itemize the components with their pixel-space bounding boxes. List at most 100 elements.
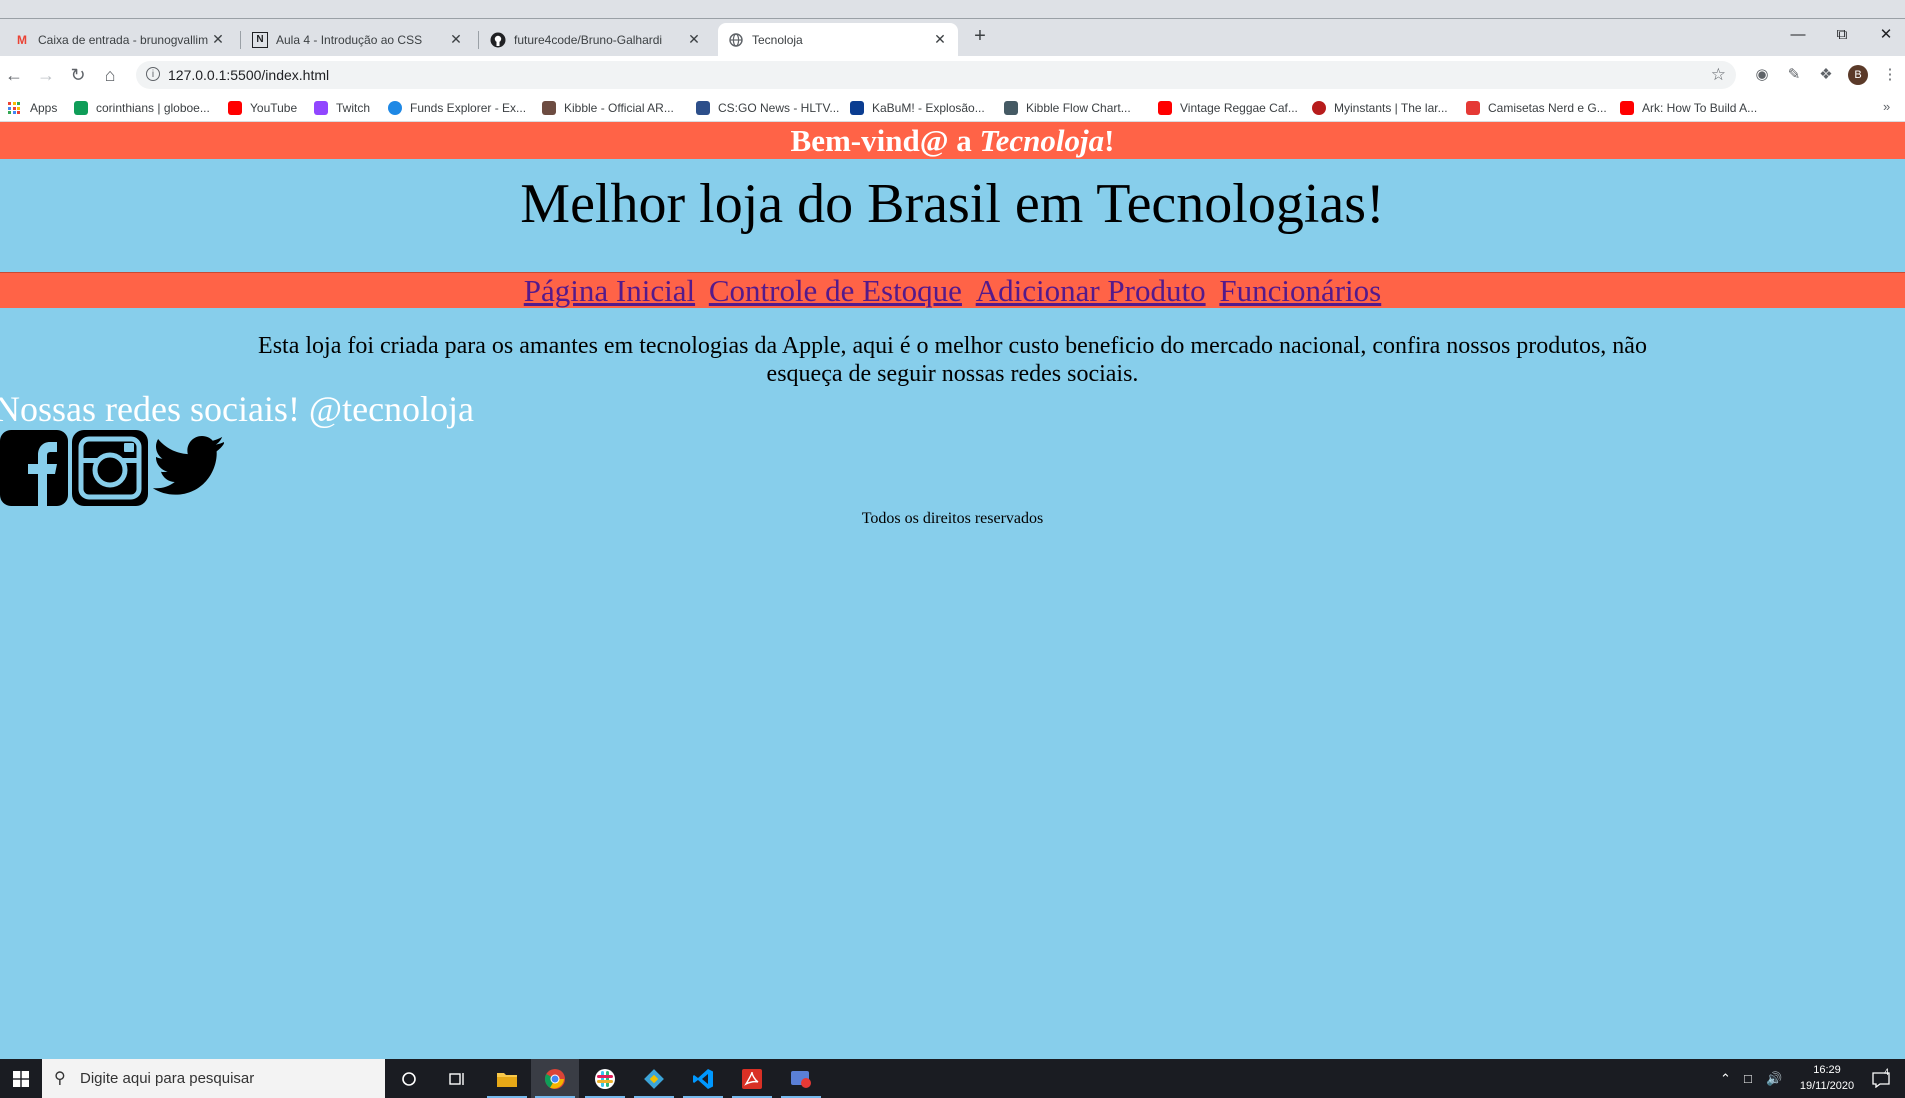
- camisetas-icon: [1466, 101, 1480, 115]
- bookmark-apps[interactable]: Apps: [8, 99, 57, 117]
- bookmark-label: CS:GO News - HLTV...: [718, 101, 840, 115]
- tab-gmail[interactable]: M Caixa de entrada - brunogvallim ✕: [4, 23, 236, 56]
- tab-title: Tecnoloja: [752, 32, 803, 47]
- tab-title: Caixa de entrada - brunogvallim: [38, 32, 209, 47]
- close-icon[interactable]: ✕: [932, 31, 948, 48]
- bookmark-hltv[interactable]: CS:GO News - HLTV...: [696, 99, 839, 117]
- chrome-icon[interactable]: [531, 1059, 579, 1098]
- kibble-flow-icon: [1004, 101, 1018, 115]
- tab-tecnoloja[interactable]: Tecnoloja ✕: [718, 23, 958, 56]
- info-icon[interactable]: i: [146, 67, 160, 81]
- bookmark-twitch[interactable]: Twitch: [314, 99, 370, 117]
- bookmark-label: Kibble Flow Chart...: [1026, 101, 1131, 115]
- twitter-icon[interactable]: [152, 430, 226, 506]
- snipping-tool-icon[interactable]: [777, 1059, 825, 1098]
- bookmark-kibble-flow[interactable]: Kibble Flow Chart...: [1004, 99, 1131, 117]
- network-icon[interactable]: □: [1744, 1059, 1752, 1098]
- bookmark-vintage-reggae[interactable]: Vintage Reggae Caf...: [1158, 99, 1298, 117]
- slack-icon[interactable]: [581, 1059, 629, 1098]
- nav-link-employees[interactable]: Funcionários: [1219, 273, 1381, 308]
- new-tab-button[interactable]: +: [968, 24, 992, 48]
- bookmark-myinstants[interactable]: Myinstants | The lar...: [1312, 99, 1448, 117]
- bookmark-label: corinthians | globoe...: [96, 101, 210, 115]
- main-nav: Página Inicial Controle de Estoque Adici…: [0, 272, 1905, 308]
- brand-name: Tecnoloja: [979, 123, 1105, 158]
- kabum-icon: [850, 101, 864, 115]
- close-icon[interactable]: ✕: [210, 31, 226, 48]
- tab-divider: [478, 31, 479, 49]
- instagram-icon[interactable]: [72, 430, 148, 506]
- intro-paragraph: Esta loja foi criada para os amantes em …: [258, 333, 1647, 387]
- url-text[interactable]: 127.0.0.1:5500/index.html: [168, 61, 329, 89]
- eyedropper-icon[interactable]: ✎: [1784, 65, 1804, 85]
- file-explorer-icon[interactable]: [483, 1059, 531, 1098]
- notion-icon: N: [252, 31, 268, 48]
- search-icon: ⚲: [54, 1070, 66, 1087]
- github-icon: [490, 32, 506, 48]
- hltv-icon: [696, 101, 710, 115]
- bookmark-youtube[interactable]: YouTube: [228, 99, 297, 117]
- social-title: Nossas redes sociais! @tecnoloja: [0, 389, 475, 429]
- reload-icon[interactable]: ↻: [66, 63, 90, 87]
- nav-link-home[interactable]: Página Inicial: [524, 273, 695, 308]
- bookmarks-overflow-icon[interactable]: »: [1883, 99, 1890, 114]
- bookmark-label: Funds Explorer - Ex...: [410, 101, 527, 115]
- bookmark-camisetas[interactable]: Camisetas Nerd e G...: [1466, 99, 1607, 117]
- bookmark-label: Twitch: [336, 101, 371, 115]
- volume-icon[interactable]: 🔊: [1766, 1059, 1782, 1098]
- tab-title: Aula 4 - Introdução ao CSS: [276, 32, 423, 47]
- windows-start-icon[interactable]: [0, 1059, 42, 1098]
- vscode-icon[interactable]: [679, 1059, 727, 1098]
- youtube-icon: [1158, 101, 1172, 115]
- bookmark-star-icon[interactable]: ☆: [1711, 61, 1726, 89]
- cortana-icon[interactable]: [385, 1059, 433, 1098]
- nav-link-stock[interactable]: Controle de Estoque: [709, 273, 962, 308]
- tab-aula-css[interactable]: N Aula 4 - Introdução ao CSS ✕: [242, 23, 474, 56]
- bookmark-label: Kibble - Official AR...: [564, 101, 674, 115]
- menu-icon[interactable]: ⋮: [1880, 65, 1900, 85]
- forward-icon[interactable]: →: [34, 63, 58, 87]
- bookmark-ark[interactable]: Ark: How To Build A...: [1620, 99, 1757, 117]
- bookmark-kabum[interactable]: KaBuM! - Explosão...: [850, 99, 985, 117]
- system-clock[interactable]: 16:29 19/11/2020: [1788, 1062, 1866, 1094]
- bookmark-kibble[interactable]: Kibble - Official AR...: [542, 99, 674, 117]
- minimize-icon[interactable]: —: [1776, 19, 1820, 51]
- gmail-icon: M: [17, 32, 27, 47]
- clock-time: 16:29: [1813, 1064, 1841, 1076]
- nav-link-add-product[interactable]: Adicionar Produto: [976, 273, 1206, 308]
- close-icon[interactable]: ✕: [686, 31, 702, 48]
- task-view-icon[interactable]: [433, 1059, 481, 1098]
- tab-divider: [240, 31, 241, 49]
- page-headline: Melhor loja do Brasil em Tecnologias!: [520, 173, 1385, 235]
- welcome-prefix: Bem-vind@ a: [790, 123, 980, 158]
- notifications-icon[interactable]: 4: [1872, 1059, 1898, 1098]
- window-close-icon[interactable]: ✕: [1864, 19, 1905, 51]
- puzzle-icon[interactable]: ❖: [1816, 65, 1836, 85]
- profile-avatar[interactable]: B: [1848, 65, 1868, 85]
- tab-title: future4code/Bruno-Galhardi: [514, 32, 663, 47]
- myinstants-icon: [1312, 101, 1326, 115]
- tab-github[interactable]: future4code/Bruno-Galhardi ✕: [480, 23, 712, 56]
- page-viewport: Bem-vind@ a Tecnoloja! Melhor loja do Br…: [0, 122, 1905, 1059]
- bookmark-funds-explorer[interactable]: Funds Explorer - Ex...: [388, 99, 526, 117]
- bookmark-label: Camisetas Nerd e G...: [1488, 101, 1607, 115]
- bookmark-label: KaBuM! - Explosão...: [872, 101, 985, 115]
- extension-globe-icon[interactable]: ◉: [1752, 65, 1772, 85]
- taskbar-search[interactable]: ⚲ Digite aqui para pesquisar: [42, 1059, 385, 1098]
- apps-grid-icon: [8, 102, 20, 114]
- restore-icon[interactable]: ⧉: [1820, 19, 1864, 51]
- back-icon[interactable]: ←: [2, 63, 26, 87]
- acrobat-icon[interactable]: [728, 1059, 776, 1098]
- home-icon[interactable]: ⌂: [98, 63, 122, 87]
- tray-overflow-icon[interactable]: ⌃: [1720, 1059, 1731, 1098]
- notification-count: 4: [1884, 1067, 1890, 1077]
- window-top-border: [0, 0, 1905, 19]
- close-icon[interactable]: ✕: [448, 31, 464, 48]
- facebook-icon[interactable]: [0, 430, 70, 506]
- address-bar[interactable]: i 127.0.0.1:5500/index.html ☆: [136, 61, 1736, 89]
- welcome-banner: Bem-vind@ a Tecnoloja!: [0, 122, 1905, 159]
- bookmark-corinthians[interactable]: corinthians | globoe...: [74, 99, 210, 117]
- tab-strip: M Caixa de entrada - brunogvallim ✕ N Au…: [0, 19, 1905, 56]
- git-kraken-icon[interactable]: [630, 1059, 678, 1098]
- bookmarks-bar: Apps corinthians | globoe... YouTube Twi…: [0, 94, 1905, 122]
